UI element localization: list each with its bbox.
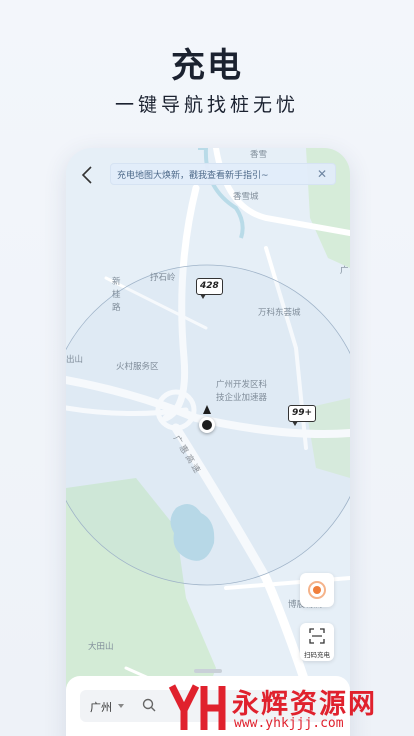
guide-tip-banner[interactable]: 充电地图大焕新，戳我查看新手指引~ ✕ [110,163,336,185]
chevron-left-icon [81,166,92,184]
phone-frame: 充电地图大焕新，戳我查看新手指引~ ✕ 香雪 香雪城 抒石岭 万科东荟城 火村服… [66,148,350,736]
map-label: 火村服务区 [116,362,159,372]
map-label: 出山 [66,355,84,365]
current-location-icon [199,417,215,433]
close-icon[interactable]: ✕ [315,167,329,181]
heading-arrow-icon [203,405,211,414]
watermark-url: www.yhkjjj.com [234,716,344,731]
map-label: 万科东荟城 [258,308,301,318]
search-icon [142,698,156,712]
charging-station-marker[interactable]: 428 [196,278,223,299]
map-label: 大田山 [88,642,114,652]
map-label: 广 [340,266,349,276]
station-count: 99+ [292,408,313,418]
city-selector[interactable]: 广州 [90,699,112,715]
back-button[interactable] [78,164,98,186]
map-label: 技企业加速器 [216,393,268,403]
scan-charge-button[interactable]: 扫码充电 [300,623,334,661]
sheet-handle[interactable] [194,669,222,673]
record-button[interactable] [300,573,334,607]
page-title: 充电 [171,46,243,86]
map-label: 广州开发区科 [216,380,268,390]
page-subtitle: 一键导航找桩无忧 [114,94,299,116]
map-label: 香雪城 [233,192,259,202]
guide-tip-text: 充电地图大焕新，戳我查看新手指引~ [117,170,269,181]
road-label: 新桂路 [112,277,121,313]
map-label: 抒石岭 [150,273,176,283]
station-count: 428 [200,281,219,291]
map-label: 香雪 [250,150,268,160]
record-icon [308,581,326,599]
scan-icon [309,628,325,644]
chevron-down-icon [118,704,124,708]
watermark: 永辉资源网 www.yhkjjj.com [168,680,408,736]
watermark-logo [168,684,226,730]
scan-charge-label: 扫码充电 [304,651,330,659]
charging-station-marker[interactable]: 99+ [288,405,317,426]
